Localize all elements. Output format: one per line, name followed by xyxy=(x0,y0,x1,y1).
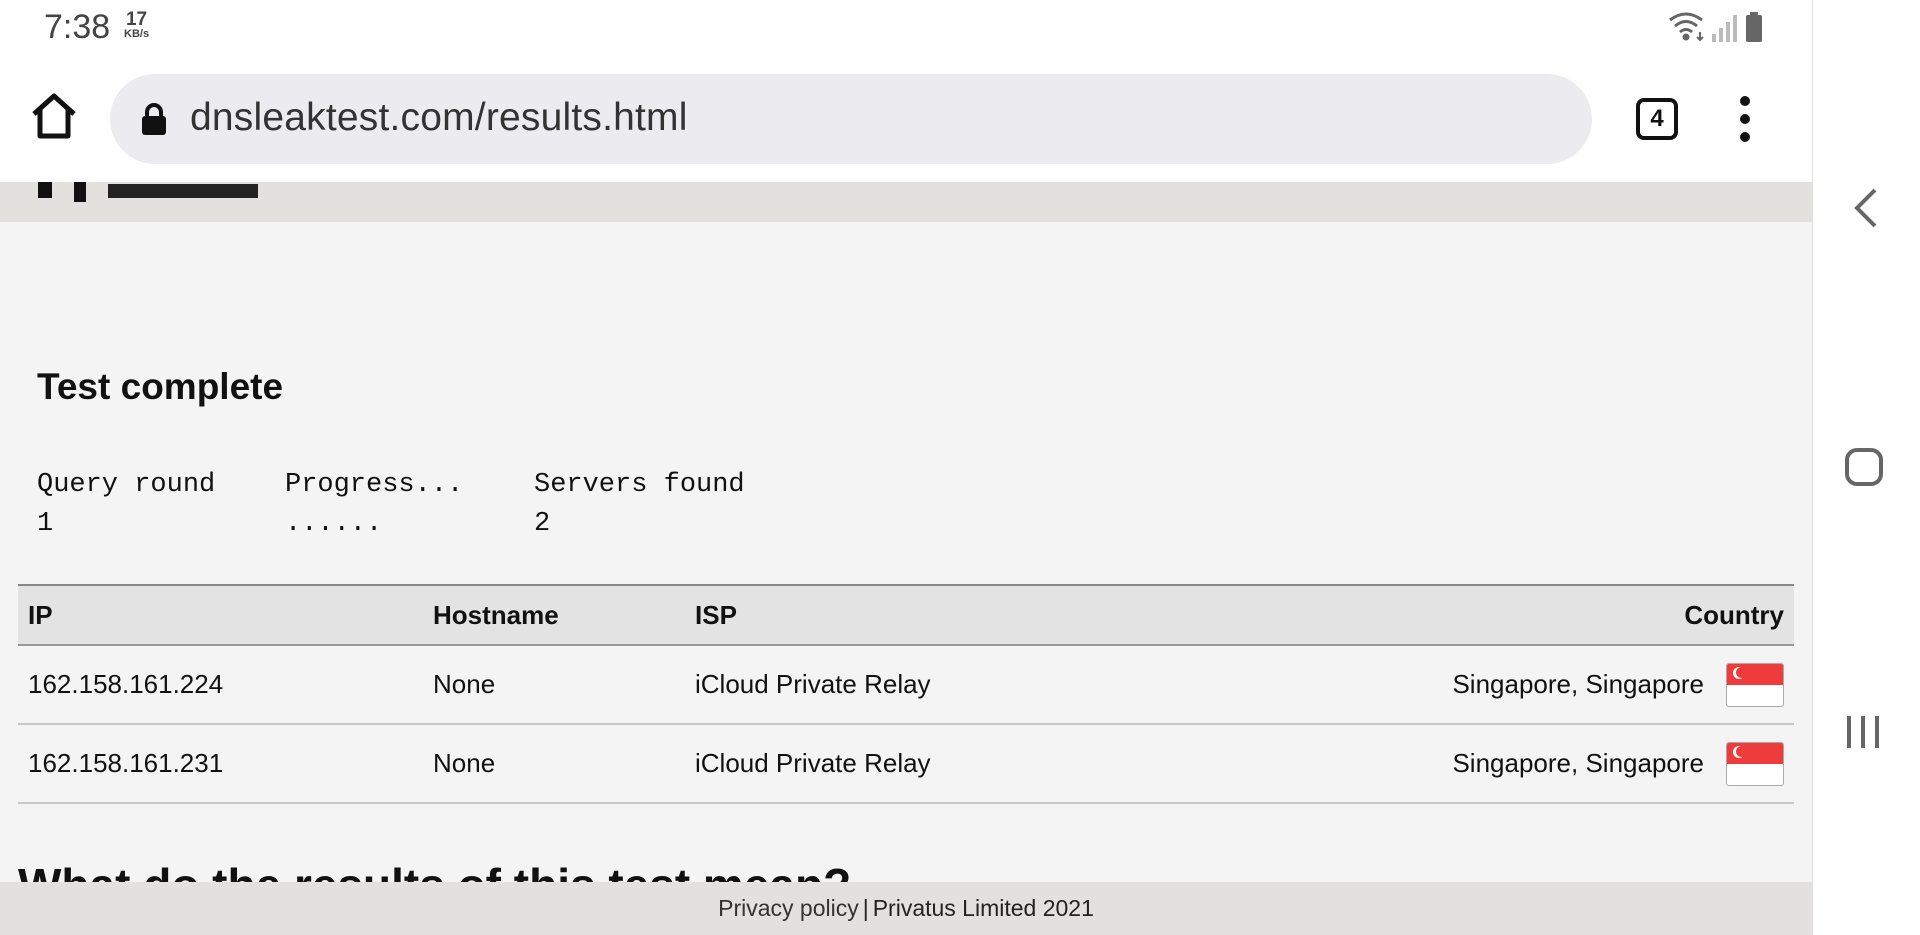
stat-value: 1 xyxy=(37,509,54,539)
more-menu-icon[interactable] xyxy=(1732,96,1758,142)
footer-company: Privatus Limited 2021 xyxy=(872,895,1094,921)
wifi-icon xyxy=(1669,12,1704,42)
site-header xyxy=(0,182,1812,222)
page-content: Test complete Query round 1 Progress... … xyxy=(0,182,1812,935)
network-speed-value: 17 xyxy=(125,9,148,30)
network-speed-unit: KB/s xyxy=(124,28,150,40)
country-text: Singapore, Singapore xyxy=(1452,748,1704,778)
signal-icon xyxy=(1712,15,1737,42)
status-time: 7:38 xyxy=(44,8,111,46)
status-icons xyxy=(1669,12,1762,42)
table-header-row: IP Hostname ISP Country xyxy=(18,584,1794,646)
browser-toolbar: dnsleaktest.com/results.html 4 xyxy=(0,56,1812,182)
stat-label: Progress... xyxy=(285,470,464,500)
cell-country: Singapore, Singapore xyxy=(1145,724,1794,804)
stat-servers-found: Servers found 2 xyxy=(534,466,745,544)
column-header-country: Country xyxy=(1145,584,1794,646)
url-text[interactable]: dnsleaktest.com/results.html xyxy=(190,96,688,140)
home-nav-icon[interactable] xyxy=(1845,448,1883,486)
cell-country: Singapore, Singapore xyxy=(1145,645,1794,725)
stat-label: Servers found xyxy=(534,470,745,500)
status-bar: 7:38 17 KB/s xyxy=(0,0,1812,56)
address-bar[interactable]: dnsleaktest.com/results.html xyxy=(110,74,1592,164)
cell-ip: 162.158.161.231 xyxy=(18,724,423,804)
table-row: 162.158.161.231 None iCloud Private Rela… xyxy=(18,724,1794,804)
column-header-isp: ISP xyxy=(685,584,1145,646)
lock-icon xyxy=(142,103,166,135)
column-header-hostname: Hostname xyxy=(423,584,685,646)
singapore-flag-icon xyxy=(1726,741,1784,786)
cell-isp: iCloud Private Relay xyxy=(685,724,1145,804)
cell-hostname: None xyxy=(423,645,685,725)
column-header-ip: IP xyxy=(18,584,423,646)
recent-apps-icon[interactable] xyxy=(1843,712,1883,752)
stat-progress: Progress... ...... xyxy=(285,466,463,544)
cell-isp: iCloud Private Relay xyxy=(685,645,1145,725)
site-logo[interactable] xyxy=(30,182,290,222)
singapore-flag-icon xyxy=(1726,662,1784,707)
stat-value: ...... xyxy=(285,509,383,539)
page-title: Test complete xyxy=(37,366,284,407)
stat-query-round: Query round 1 xyxy=(37,466,215,544)
stat-value: 2 xyxy=(534,509,551,539)
cell-ip: 162.158.161.224 xyxy=(18,645,423,725)
network-speed: 17 KB/s xyxy=(124,10,149,40)
country-text: Singapore, Singapore xyxy=(1452,669,1704,699)
battery-icon xyxy=(1746,12,1762,42)
home-icon[interactable] xyxy=(30,92,78,140)
table-row: 162.158.161.224 None iCloud Private Rela… xyxy=(18,645,1794,725)
results-table: IP Hostname ISP Country 162.158.161.224 … xyxy=(18,584,1794,804)
back-icon[interactable] xyxy=(1851,188,1881,228)
footer-separator: | xyxy=(862,895,869,921)
stat-label: Query round xyxy=(37,470,216,500)
tabs-icon[interactable]: 4 xyxy=(1636,98,1678,140)
cell-hostname: None xyxy=(423,724,685,804)
privacy-policy-link[interactable]: Privacy policy xyxy=(718,895,859,921)
system-navigation-bar xyxy=(1812,0,1920,935)
footer: Privacy policy | Privatus Limited 2021 xyxy=(0,882,1812,935)
site-logo-graphic xyxy=(38,182,258,202)
